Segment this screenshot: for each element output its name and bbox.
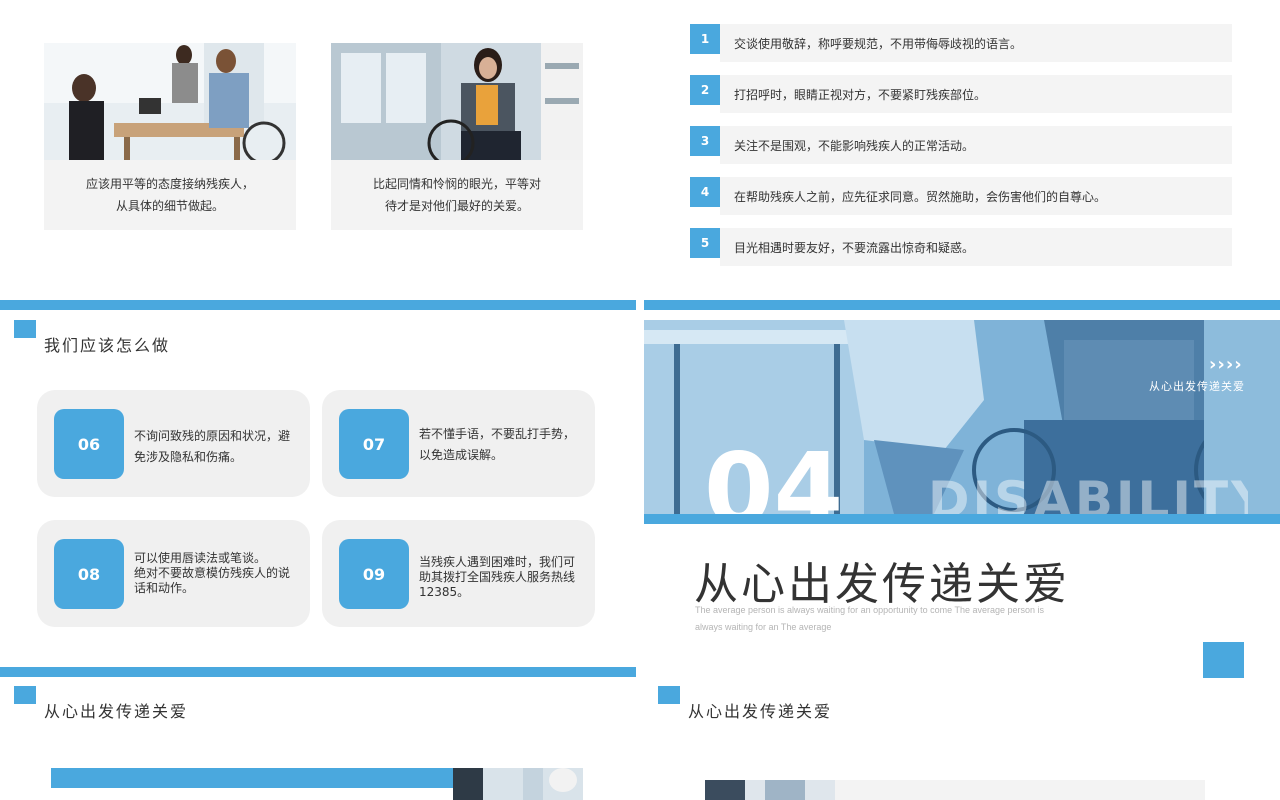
etiquette-num-2: 2: [690, 75, 720, 105]
etiquette-row-4: 在帮助残疾人之前，应先征求同意。贸然施助，会伤害他们的自尊心。: [720, 177, 1232, 215]
tip-card-08: 08 可以使用唇读法或笔谈。 绝对不要故意模仿残疾人的说 话和动作。: [37, 520, 310, 627]
slide-top-rule-mid-left: [0, 300, 636, 310]
tip-text-07: 若不懂手语，不要乱打手势， 以免造成误解。: [419, 424, 581, 466]
etiquette-text-1: 交谈使用敬辞，称呼要规范，不用带侮辱歧视的语言。: [734, 36, 1023, 51]
tip-card-09: 09 当残疾人遇到困难时，我们可 助其拨打全国残疾人服务热线 12385。: [322, 520, 595, 627]
caption-box-2: 比起同情和怜悯的眼光，平等对 待才是对他们最好的关爱。: [331, 160, 583, 230]
tip-06-line-1: 不询问致残的原因和状况，避: [134, 429, 291, 443]
caption-1-line-2: 从具体的细节做起。: [115, 199, 224, 213]
tip-08-line-2: 绝对不要故意模仿残疾人的说: [134, 566, 291, 580]
tip-08-line-3: 话和动作。: [134, 581, 195, 595]
cover-subtitle-line-2: always waiting for an The average: [695, 622, 832, 632]
etiquette-row-1: 交谈使用敬辞，称呼要规范，不用带侮辱歧视的语言。: [720, 24, 1232, 62]
etiquette-num-4: 4: [690, 177, 720, 207]
tip-09-line-1: 当残疾人遇到困难时，我们可: [419, 555, 576, 569]
chevrons-icon: ››››: [1209, 354, 1243, 375]
caption-box-1: 应该用平等的态度接纳残疾人， 从具体的细节做起。: [44, 160, 296, 230]
caption-2-line-1: 比起同情和怜悯的眼光，平等对: [372, 177, 541, 191]
office-meeting-photo: [44, 43, 296, 160]
etiquette-num-1: 1: [690, 24, 720, 54]
tip-card-07: 07 若不懂手语，不要乱打手势， 以免造成误解。: [322, 390, 595, 497]
tip-09-line-3: 12385。: [419, 585, 470, 599]
etiquette-text-3: 关注不是围观，不能影响残疾人的正常活动。: [734, 138, 975, 153]
bottom-left-section-title: 从心出发传递关爱: [44, 702, 189, 721]
cover-corner-square: [1203, 642, 1244, 678]
tip-number-06: 06: [54, 409, 124, 479]
bottom-left-photo: [453, 768, 583, 800]
etiquette-text-2: 打招呼时，眼睛正视对方，不要紧盯残疾部位。: [734, 87, 987, 102]
tip-text-08: 可以使用唇读法或笔谈。 绝对不要故意模仿残疾人的说 话和动作。: [134, 551, 296, 596]
section-title-what-to-do: 我们应该怎么做: [44, 336, 171, 355]
tip-text-09: 当残疾人遇到困难时，我们可 助其拨打全国残疾人服务热线 12385。: [419, 555, 581, 600]
cover-section-number: 04: [704, 440, 844, 514]
tip-07-line-1: 若不懂手语，不要乱打手势，: [419, 427, 576, 441]
bottom-right-section-title: 从心出发传递关爱: [688, 702, 833, 721]
tip-08-line-1: 可以使用唇读法或笔谈。: [134, 551, 267, 565]
tip-number-07: 07: [339, 409, 409, 479]
bottom-right-accent-square: [658, 686, 680, 704]
cover-photo-underline: [644, 514, 1280, 524]
bottom-right-photo: [705, 780, 835, 800]
tip-number-08: 08: [54, 539, 124, 609]
etiquette-text-5: 目光相遇时要友好，不要流露出惊奇和疑惑。: [734, 240, 975, 255]
cover-small-label: 从心出发传递关爱: [1149, 380, 1245, 393]
tip-09-line-2: 助其拨打全国残疾人服务热线: [419, 570, 576, 584]
slide-top-rule-mid-right: [644, 300, 1280, 310]
tip-text-06: 不询问致残的原因和状况，避 免涉及隐私和伤痛。: [134, 426, 296, 468]
cover-subtitle-line-1: The average person is always waiting for…: [695, 605, 1045, 615]
caption-2-line-2: 待才是对他们最好的关爱。: [384, 199, 529, 213]
bottom-left-accent-square: [14, 686, 36, 704]
tip-07-line-2: 以免造成误解。: [419, 448, 504, 462]
caption-1-line-1: 应该用平等的态度接纳残疾人，: [85, 177, 254, 191]
etiquette-text-4: 在帮助残疾人之前，应先征求同意。贸然施助，会伤害他们的自尊心。: [734, 189, 1107, 204]
tip-card-06: 06 不询问致残的原因和状况，避 免涉及隐私和伤痛。: [37, 390, 310, 497]
bottom-left-blue-bar: [51, 768, 453, 788]
bottom-right-text-panel: [835, 780, 1205, 800]
slide-top-rule-bottom-left: [0, 667, 636, 677]
cover-bg-word: DISABILITY: [928, 471, 1248, 514]
etiquette-row-2: 打招呼时，眼睛正视对方，不要紧盯残疾部位。: [720, 75, 1232, 113]
etiquette-num-5: 5: [690, 228, 720, 258]
cover-subtitle: The average person is always waiting for…: [695, 602, 1044, 636]
title-accent-square: [14, 320, 36, 338]
tip-number-09: 09: [339, 539, 409, 609]
woman-in-wheelchair-photo: [331, 43, 583, 160]
etiquette-row-5: 目光相遇时要友好，不要流露出惊奇和疑惑。: [720, 228, 1232, 266]
etiquette-num-3: 3: [690, 126, 720, 156]
etiquette-row-3: 关注不是围观，不能影响残疾人的正常活动。: [720, 126, 1232, 164]
tip-06-line-2: 免涉及隐私和伤痛。: [134, 450, 243, 464]
